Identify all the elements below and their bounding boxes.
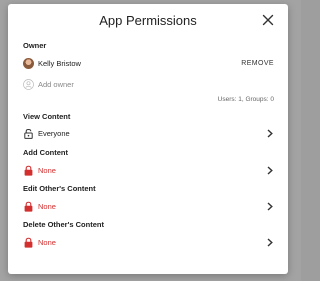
add-owner-row[interactable]: Add owner bbox=[23, 77, 274, 91]
owner-section-label: Owner bbox=[23, 41, 47, 50]
chevron-right-icon bbox=[266, 165, 274, 175]
add-owner-label: Add owner bbox=[38, 79, 74, 89]
lock-open-icon bbox=[23, 128, 34, 139]
view-content-label: View Content bbox=[23, 112, 71, 121]
view-content-value: Everyone bbox=[38, 128, 70, 138]
edit-content-value: None bbox=[38, 201, 56, 211]
close-button[interactable] bbox=[262, 14, 274, 26]
person-add-icon bbox=[23, 78, 34, 90]
delete-content-row[interactable]: None bbox=[23, 235, 274, 249]
delete-content-value: None bbox=[38, 237, 56, 247]
dialog-title: App Permissions bbox=[99, 13, 197, 28]
add-content-label: Add Content bbox=[23, 148, 68, 157]
lock-icon bbox=[23, 201, 34, 212]
close-icon bbox=[262, 14, 274, 26]
chevron-right-icon bbox=[266, 237, 274, 247]
add-content-row[interactable]: None bbox=[23, 163, 274, 177]
add-content-value: None bbox=[38, 165, 56, 175]
delete-content-label: Delete Other's Content bbox=[23, 220, 104, 229]
edit-content-row[interactable]: None bbox=[23, 199, 274, 213]
owner-counts: Users: 1, Groups: 0 bbox=[217, 96, 274, 103]
lock-icon bbox=[23, 237, 34, 248]
chevron-right-icon bbox=[266, 201, 274, 211]
avatar bbox=[23, 57, 34, 69]
app-permissions-dialog: App Permissions Owner Kelly Bristow REMO… bbox=[8, 4, 288, 274]
chevron-right-icon bbox=[266, 128, 274, 138]
remove-owner-button[interactable]: REMOVE bbox=[241, 60, 274, 67]
view-content-row[interactable]: Everyone bbox=[23, 126, 274, 140]
owner-name: Kelly Bristow bbox=[38, 58, 81, 68]
edit-content-label: Edit Other's Content bbox=[23, 184, 96, 193]
owner-row: Kelly Bristow REMOVE bbox=[23, 56, 274, 70]
lock-icon bbox=[23, 165, 34, 176]
